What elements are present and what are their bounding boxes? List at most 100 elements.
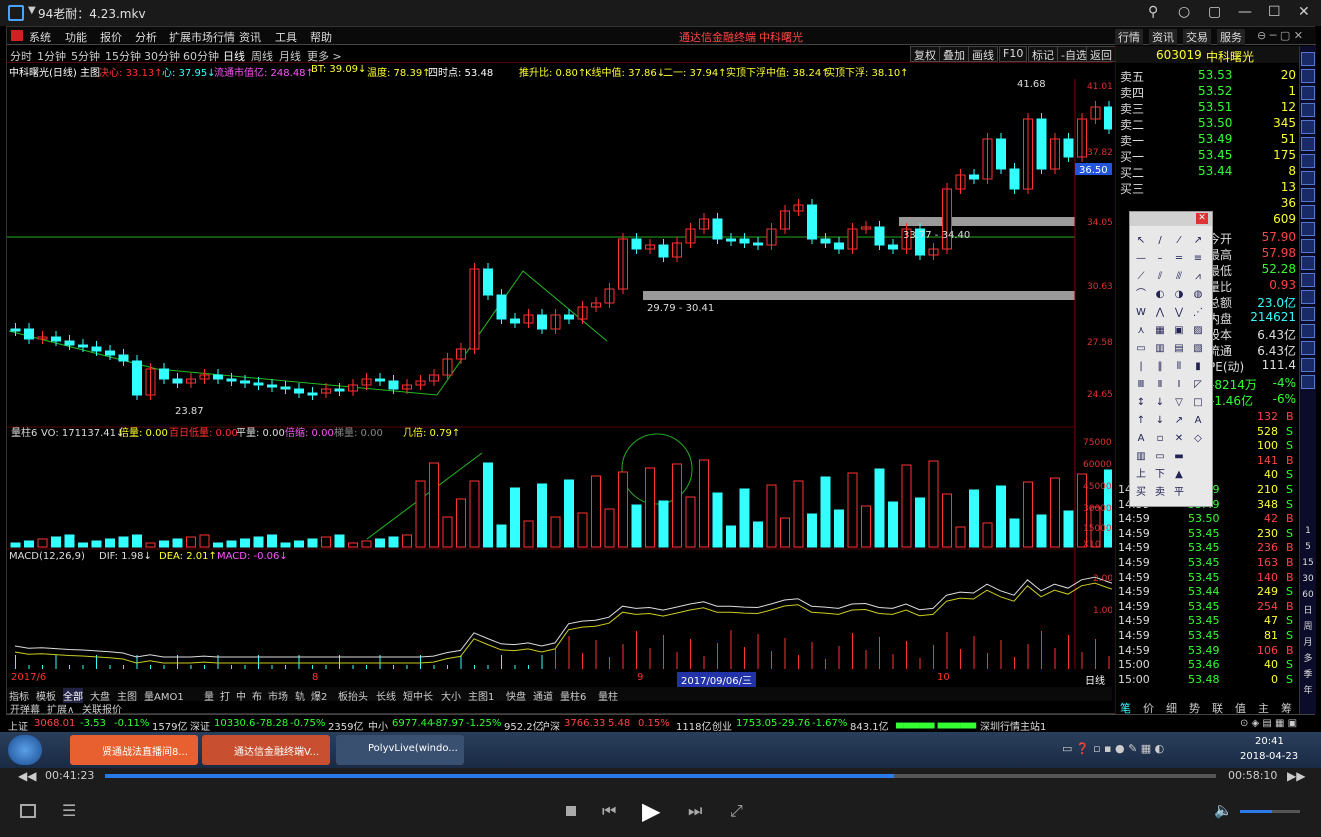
draw-tool-icon[interactable]: ↑	[1134, 414, 1148, 428]
orderbook-row[interactable]: 卖一 53.49 51	[1120, 132, 1300, 148]
app-icon[interactable]	[8, 5, 24, 21]
period-5min[interactable]: 5分钟	[71, 48, 100, 64]
draw-tool-icon[interactable]	[1191, 450, 1205, 464]
side-tool-icon[interactable]	[1301, 120, 1315, 134]
start-button[interactable]	[8, 735, 42, 765]
tick-row[interactable]: 14:59 53.44 249 S	[1116, 585, 1300, 601]
next-icon[interactable]: ⏭	[688, 801, 702, 821]
side-tool-icon[interactable]	[1301, 103, 1315, 117]
tick-row[interactable]: 14:59 53.45 81 S	[1116, 629, 1300, 645]
period-monthly[interactable]: 月线	[279, 48, 301, 64]
menu-analysis[interactable]: 分析	[135, 29, 157, 45]
tick-row[interactable]: 14:59 53.45 47 S	[1116, 614, 1300, 630]
draw-tool-icon[interactable]: |	[1134, 360, 1148, 374]
menu-help[interactable]: 帮助	[310, 29, 332, 45]
draw-tool-icon[interactable]: ▭	[1153, 450, 1167, 464]
draw-tool-icon[interactable]: ⦀	[1172, 360, 1186, 374]
draw-tool-icon[interactable]: ↗	[1172, 414, 1186, 428]
prev-icon[interactable]: ⏮	[602, 801, 616, 821]
draw-tool-icon[interactable]: —	[1134, 252, 1148, 266]
draw-tool-icon[interactable]: ⋀	[1153, 306, 1167, 320]
draw-tool-icon[interactable]: 下	[1153, 468, 1167, 482]
draw-tool-icon[interactable]: ▥	[1134, 450, 1148, 464]
draw-tool-icon[interactable]: W	[1134, 306, 1148, 320]
orderbook-row[interactable]: 卖三 53.51 12	[1120, 100, 1300, 116]
side-tool-icon[interactable]	[1301, 171, 1315, 185]
menu-function[interactable]: 功能	[65, 29, 87, 45]
period-shortcut[interactable]: 5	[1301, 540, 1315, 554]
draw-tool-icon[interactable]: □	[1191, 396, 1205, 410]
draw-tool-icon[interactable]: ⫻	[1172, 270, 1186, 284]
draw-tool-icon[interactable]: ⁄	[1172, 234, 1186, 248]
draw-tool-icon[interactable]: ▧	[1191, 342, 1205, 356]
draw-tool-icon[interactable]	[1191, 468, 1205, 482]
draw-tool-icon[interactable]: A	[1191, 414, 1205, 428]
draw-tool-icon[interactable]: 卖	[1153, 486, 1167, 500]
draw-tool-icon[interactable]: ◇	[1191, 432, 1205, 446]
orderbook-row[interactable]: 买一 53.45 175	[1120, 148, 1300, 164]
taskbar-app-tdx[interactable]: 通达信金融终端V...	[202, 735, 330, 765]
period-30min[interactable]: 30分钟	[144, 48, 180, 64]
draw-line-button[interactable]: 画线	[968, 46, 998, 62]
side-tool-icon[interactable]	[1301, 188, 1315, 202]
draw-tool-icon[interactable]: ▤	[1172, 342, 1186, 356]
mark-button[interactable]: 标记	[1028, 46, 1058, 62]
side-tool-icon[interactable]	[1301, 86, 1315, 100]
side-tool-icon[interactable]	[1301, 222, 1315, 236]
draw-tool-icon[interactable]: Ⅱ	[1153, 378, 1167, 392]
tick-row[interactable]: 14:59 53.45 140 B	[1116, 571, 1300, 587]
tick-row[interactable]: 14:59 53.45 236 B	[1116, 541, 1300, 557]
tray-icons[interactable]: ▭ ❓ ▫ ▪ ● ✎ ▦ ◐	[1062, 742, 1164, 755]
draw-tool-icon[interactable]: ✕	[1172, 432, 1186, 446]
period-minute[interactable]: 分时	[10, 48, 32, 64]
period-shortcut[interactable]: 年	[1301, 684, 1315, 698]
period-shortcut[interactable]: 日	[1301, 604, 1315, 618]
draw-tool-icon[interactable]: ▮	[1191, 360, 1205, 374]
draw-tool-icon[interactable]: ↕	[1134, 396, 1148, 410]
tick-row[interactable]: 14:59 53.45 230 S	[1116, 527, 1300, 543]
draw-tool-icon[interactable]: ⟋	[1134, 270, 1148, 284]
period-more[interactable]: 更多 >	[307, 48, 342, 64]
period-shortcut[interactable]: 60	[1301, 588, 1315, 602]
orderbook-row[interactable]: 买二 53.44 8	[1120, 164, 1300, 180]
draw-tool-icon[interactable]: ▽	[1172, 396, 1186, 410]
draw-tool-icon[interactable]: Ⅰ	[1172, 378, 1186, 392]
forward-icon[interactable]: ▶▶	[1287, 769, 1305, 783]
period-60min[interactable]: 60分钟	[183, 48, 219, 64]
side-tool-icon[interactable]	[1301, 154, 1315, 168]
menu-quote[interactable]: 报价	[100, 29, 122, 45]
menu-dropdown-icon[interactable]: ▼	[28, 5, 36, 16]
orderbook-row[interactable]: 卖四 53.52 1	[1120, 84, 1300, 100]
side-tool-icon[interactable]	[1301, 324, 1315, 338]
draw-tool-icon[interactable]: 上	[1134, 468, 1148, 482]
draw-tool-icon[interactable]: ▦	[1153, 324, 1167, 338]
back-button[interactable]: 返回	[1086, 46, 1116, 62]
tick-row[interactable]: 14:59 53.45 163 B	[1116, 556, 1300, 572]
tick-row[interactable]: 15:00 53.48 0 S	[1116, 673, 1300, 689]
menu-extended-market[interactable]: 扩展市场行情	[169, 29, 235, 45]
pin-icon[interactable]: ⚲	[1148, 4, 1158, 20]
volume-slider[interactable]	[1240, 810, 1300, 813]
menu-right-trade[interactable]: 交易	[1183, 29, 1211, 45]
period-weekly[interactable]: 周线	[251, 48, 273, 64]
close-icon[interactable]: ✕	[1298, 4, 1310, 20]
restore-rights-button[interactable]: 复权	[910, 46, 940, 62]
playlist-icon[interactable]	[20, 804, 36, 818]
draw-tool-icon[interactable]: ▨	[1191, 324, 1205, 338]
draw-tool-icon[interactable]: 平	[1172, 486, 1186, 500]
period-shortcut[interactable]: 15	[1301, 556, 1315, 570]
side-tool-icon[interactable]	[1301, 375, 1315, 389]
draw-tool-icon[interactable]: ▬	[1172, 450, 1186, 464]
draw-tool-icon[interactable]: /	[1153, 234, 1167, 248]
menu-right-service[interactable]: 服务	[1217, 29, 1245, 45]
side-tool-icon[interactable]	[1301, 52, 1315, 66]
period-daily[interactable]: 日线	[223, 48, 245, 64]
orderbook-row[interactable]: 买三 13	[1120, 180, 1300, 196]
side-tool-icon[interactable]	[1301, 239, 1315, 253]
draw-tool-icon[interactable]: ◍	[1191, 288, 1205, 302]
draw-tool-icon[interactable]: ▫	[1153, 432, 1167, 446]
tick-row[interactable]: 14:59 53.45 254 B	[1116, 600, 1300, 616]
menu-right-quote[interactable]: 行情	[1115, 29, 1143, 45]
side-tool-icon[interactable]	[1301, 341, 1315, 355]
fullscreen-icon[interactable]: ⤢	[730, 801, 743, 821]
